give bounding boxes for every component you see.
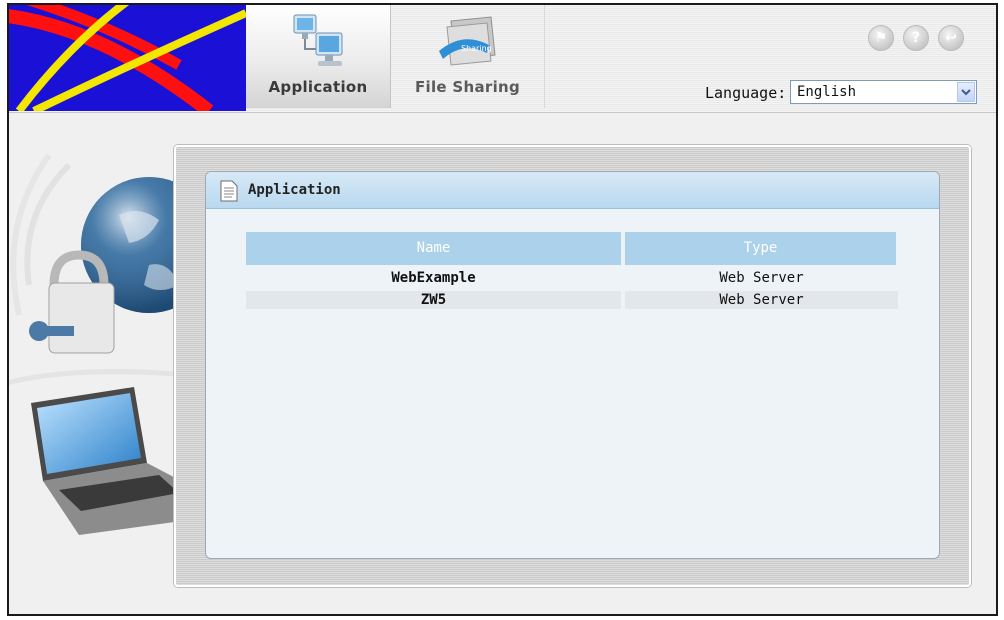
app-window: Application Sharing File Sharing ⚑ ? ↩ L… [7,3,998,616]
table-row[interactable]: WebExample Web Server [246,269,898,287]
tab-application[interactable]: Application [246,5,391,108]
language-label: Language: [705,84,787,102]
network-computers-icon [286,11,350,75]
application-panel: Application Name Type WebExample Web Ser… [205,171,940,559]
column-header-name: Name [246,232,621,265]
language-value: English [797,84,857,100]
tab-application-label: Application [268,78,368,96]
panel-title-bar: Application [206,172,939,209]
cell-type: Web Server [719,270,804,286]
sharing-folder-icon: Sharing [433,11,503,75]
brand-logo [9,5,246,111]
top-header: Application Sharing File Sharing ⚑ ? ↩ L… [9,5,996,113]
help-button[interactable]: ? [903,25,929,51]
logout-icon: ↩ [945,30,957,46]
chevron-down-icon[interactable] [957,82,975,102]
column-header-type: Type [625,232,896,265]
security-illustration [9,125,217,545]
table-row[interactable]: ZW5 Web Server [246,291,898,309]
cell-name: WebExample [391,270,476,286]
cell-type: Web Server [625,291,898,309]
document-icon [220,180,238,206]
tab-file-sharing-label: File Sharing [414,78,521,96]
tab-file-sharing[interactable]: Sharing File Sharing [391,5,545,108]
home-icon: ⚑ [874,30,888,46]
panel-title: Application [248,182,341,198]
home-button[interactable]: ⚑ [868,25,894,51]
logout-button[interactable]: ↩ [938,25,964,51]
svg-text:Sharing: Sharing [461,44,492,53]
help-icon: ? [911,30,921,46]
cell-name: ZW5 [246,291,621,309]
language-select[interactable]: English [790,80,977,104]
